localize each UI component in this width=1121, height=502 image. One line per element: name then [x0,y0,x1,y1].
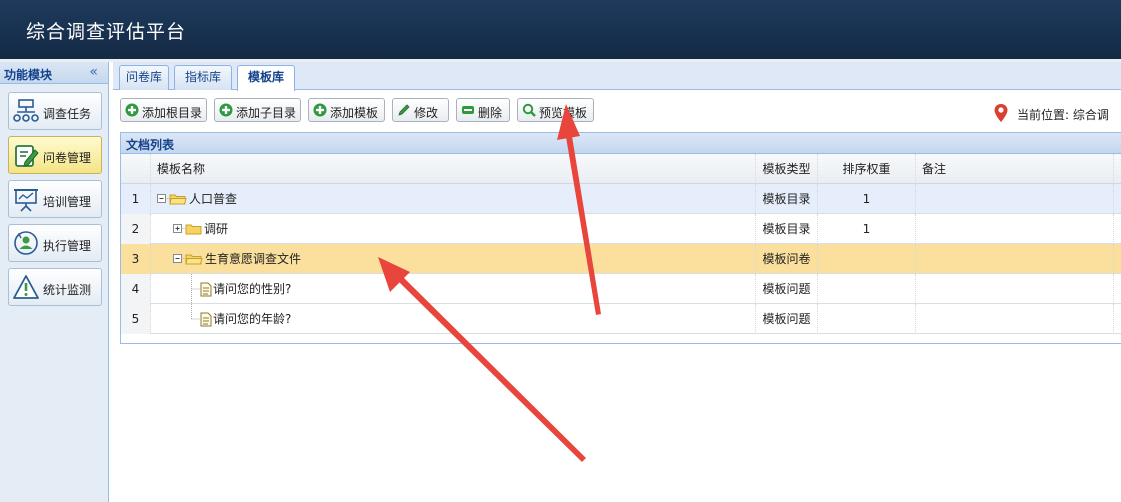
row-name: 请问您的年龄? [213,312,292,326]
button-label: 修改 [414,106,439,120]
main-content: 问卷库 指标库 模板库 添加根目录 添加子目录 添加模板 修改 删除 预览模板 … [113,62,1121,502]
row-note [916,304,1114,334]
preview-template-button[interactable]: 预览模板 [517,98,594,122]
panel-title: 文档列表 [126,138,175,152]
org-chart-icon [13,99,39,122]
row-type: 模板问题 [756,304,818,334]
add-template-button[interactable]: 添加模板 [308,98,385,122]
sidebar-title: 功能模块 [4,68,53,82]
row-type: 模板问卷 [756,244,818,274]
row-name: 请问您的性别? [213,282,292,296]
header-type[interactable]: 模板类型 [756,154,818,184]
current-location: 当前位置: 综合调 [993,103,1121,123]
tab-questionnaire-lib[interactable]: 问卷库 [119,65,169,90]
sidebar-item-survey-tasks[interactable]: 调查任务 [8,92,102,130]
row-name: 生育意愿调查文件 [205,252,302,266]
add-icon [313,103,327,117]
row-name-cell: 请问您的性别? [151,274,756,304]
edit-note-icon [15,145,39,167]
row-note [916,244,1114,274]
sidebar-item-label: 执行管理 [43,239,92,253]
header-name[interactable]: 模板名称 [151,154,756,184]
header-index [121,154,151,184]
row-weight [818,244,916,274]
row-name: 调研 [204,222,229,236]
map-pin-icon [994,104,1008,122]
tab-indicator-lib[interactable]: 指标库 [174,65,232,90]
magnifier-icon [522,103,536,117]
warning-icon [13,275,39,299]
button-label: 预览模板 [539,106,588,120]
app-header: 综合调查评估平台 [0,0,1121,59]
sidebar-header: 功能模块 « [0,62,108,84]
toolbar: 添加根目录 添加子目录 添加模板 修改 删除 预览模板 当前位置: 综合调 [113,93,1121,126]
pencil-icon [398,104,410,116]
row-type: 模板目录 [756,214,818,244]
table-row[interactable]: 4 请问您的性别? 模板问题 [121,274,1121,304]
row-index: 4 [121,274,151,304]
tree-expander-folder-icon[interactable] [173,252,209,266]
button-label: 删除 [478,106,503,120]
tree-expander-folder-icon[interactable] [157,192,193,206]
row-weight: 1 [818,184,916,214]
app-title: 综合调查评估平台 [26,21,187,43]
row-weight [818,304,916,334]
panel-title-bar: 文档列表 [121,133,1121,154]
row-index: 3 [121,244,151,274]
row-name-cell: 人口普查 [151,184,756,214]
table-row[interactable]: 5 请问您的年龄? 模板问题 [121,304,1121,334]
add-icon [125,103,139,117]
tab-template-lib[interactable]: 模板库 [237,65,295,91]
row-note [916,214,1114,244]
row-note [916,274,1114,304]
user-sync-icon [14,231,38,255]
edit-button[interactable]: 修改 [392,98,449,122]
sidebar-item-label: 统计监测 [43,283,92,297]
row-name: 人口普查 [189,192,238,206]
sidebar-item-execution-mgmt[interactable]: 执行管理 [8,224,102,262]
sidebar-item-stat-monitor[interactable]: 统计监测 [8,268,102,306]
table-row[interactable]: 1 人口普查 模板目录 1 [121,184,1121,214]
header-weight[interactable]: 排序权重 [818,154,916,184]
document-list-panel: 文档列表 模板名称 模板类型 排序权重 备注 1 人口普查 模板目录 1 2 调… [120,132,1121,344]
minus-icon [462,106,474,114]
row-index: 2 [121,214,151,244]
row-type: 模板目录 [756,184,818,214]
add-icon [219,103,233,117]
sidebar: 功能模块 « 调查任务 问卷管理 培训管理 执行管理 统计监测 [0,62,109,502]
sidebar-item-questionnaire-mgmt[interactable]: 问卷管理 [8,136,102,174]
row-index: 5 [121,304,151,334]
presentation-icon [14,189,38,212]
row-name-cell: 请问您的年龄? [151,304,756,334]
row-name-cell: 调研 [151,214,756,244]
sidebar-item-training-mgmt[interactable]: 培训管理 [8,180,102,218]
delete-button[interactable]: 删除 [456,98,510,122]
button-label: 添加子目录 [236,106,297,120]
header-note[interactable]: 备注 [916,154,1114,184]
row-weight [818,274,916,304]
row-note [916,184,1114,214]
sidebar-item-label: 培训管理 [43,195,92,209]
row-name-cell: 生育意愿调查文件 [151,244,756,274]
grid-header: 模板名称 模板类型 排序权重 备注 [121,154,1121,184]
tab-bar: 问卷库 指标库 模板库 [113,62,1121,91]
row-weight: 1 [818,214,916,244]
add-root-dir-button[interactable]: 添加根目录 [120,98,207,122]
button-label: 添加模板 [330,106,379,120]
button-label: 添加根目录 [142,106,203,120]
add-sub-dir-button[interactable]: 添加子目录 [214,98,301,122]
location-text: 当前位置: 综合调 [1017,108,1109,122]
row-type: 模板问题 [756,274,818,304]
table-row-selected[interactable]: 3 生育意愿调查文件 模板问卷 [121,244,1121,274]
collapse-icon[interactable]: « [89,64,98,80]
table-row[interactable]: 2 调研 模板目录 1 [121,214,1121,244]
sidebar-item-label: 问卷管理 [43,151,92,165]
sidebar-item-label: 调查任务 [43,107,92,121]
row-index: 1 [121,184,151,214]
